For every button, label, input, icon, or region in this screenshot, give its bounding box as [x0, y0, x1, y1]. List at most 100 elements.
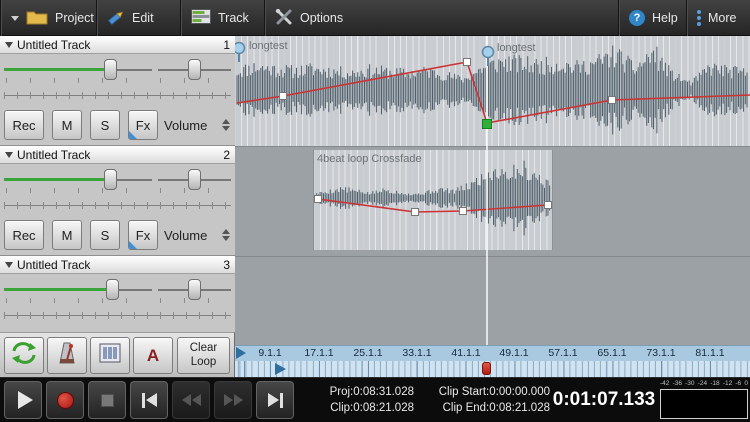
track-ruler[interactable] — [4, 196, 231, 214]
project-menu-button[interactable]: Project — [0, 0, 96, 36]
mute-button[interactable]: M — [52, 220, 82, 250]
solo-button[interactable]: S — [90, 220, 120, 250]
skip-start-icon — [142, 393, 157, 408]
pan-slider-handle[interactable] — [188, 279, 201, 300]
clip-time: Clip:0:08:21.028 — [298, 400, 414, 416]
grid-view-button[interactable] — [90, 337, 130, 374]
spinner-icon[interactable] — [222, 119, 232, 131]
letter-a-icon: A — [147, 346, 159, 366]
timeline-bar-numbers[interactable]: 9.1.1 17.1.1 25.1.1 33.1.1 41.1.1 49.1.1… — [235, 345, 750, 361]
pan-slider[interactable] — [158, 276, 231, 304]
meter-display — [660, 389, 748, 419]
meter-tick-label: -12 — [723, 380, 732, 388]
play-button[interactable] — [4, 381, 42, 419]
track-buttons-row: Rec M S Fx Volume — [0, 218, 235, 252]
meter-tick-label: -24 — [698, 380, 707, 388]
top-toolbar: Project Edit Track Options ? Help More — [0, 0, 750, 36]
rewind-button[interactable] — [172, 381, 210, 419]
record-button[interactable] — [46, 381, 84, 419]
stop-icon — [101, 394, 114, 407]
spinner-icon[interactable] — [222, 229, 232, 241]
help-icon: ? — [629, 10, 645, 26]
envelope-param-selector[interactable]: Volume — [164, 220, 232, 250]
bar-label: 41.1.1 — [444, 347, 488, 359]
pan-slider[interactable] — [158, 166, 231, 194]
meter-tick-label: -36 — [673, 380, 682, 388]
clip-label: longtest — [249, 40, 288, 52]
rec-button[interactable]: Rec — [4, 220, 44, 250]
loop-start-marker[interactable] — [275, 363, 286, 375]
track-number: 1 — [223, 38, 230, 52]
volume-slider-handle[interactable] — [104, 169, 117, 190]
fast-forward-button[interactable] — [214, 381, 252, 419]
bar-label: 17.1.1 — [297, 347, 341, 359]
bar-label: 33.1.1 — [395, 347, 439, 359]
record-icon — [57, 392, 74, 409]
volume-slider[interactable] — [4, 276, 152, 304]
envelope-param-selector[interactable]: Volume — [164, 110, 232, 140]
pencil-icon — [107, 9, 125, 28]
pan-slider-handle[interactable] — [188, 59, 201, 80]
volume-slider[interactable] — [4, 56, 152, 84]
track-ruler[interactable] — [4, 86, 231, 104]
param-label: Volume — [164, 118, 207, 133]
bar-label: 65.1.1 — [590, 347, 634, 359]
timeline[interactable]: 9.1.1 17.1.1 25.1.1 33.1.1 41.1.1 49.1.1… — [235, 345, 750, 377]
pan-slider[interactable] — [158, 56, 231, 84]
skip-to-start-button[interactable] — [130, 381, 168, 419]
collapse-track-icon[interactable] — [5, 152, 13, 158]
slider-fill — [4, 288, 110, 291]
arrangement-area[interactable]: longtest longtest 4beat loop Crossfade — [235, 36, 750, 345]
audio-clip[interactable] — [235, 36, 750, 146]
pan-slider-handle[interactable] — [188, 169, 201, 190]
track-strip-2: Untitled Track 2 Rec M — [0, 146, 235, 256]
timeline-ticks[interactable] — [235, 361, 750, 377]
sync-loop-button[interactable] — [4, 337, 44, 374]
track-header[interactable]: Untitled Track 3 — [0, 256, 235, 274]
stop-button[interactable] — [88, 381, 126, 419]
auto-punch-button[interactable]: A — [133, 337, 173, 374]
track-ruler[interactable] — [4, 306, 231, 324]
rec-button[interactable]: Rec — [4, 110, 44, 140]
metronome-button[interactable] — [47, 337, 87, 374]
track-name: Untitled Track — [17, 148, 90, 162]
collapse-track-icon[interactable] — [5, 42, 13, 48]
audio-clip[interactable] — [313, 150, 553, 250]
project-time-readout: Proj:0:08:31.028 Clip:0:08:21.028 — [298, 384, 414, 416]
volume-slider-handle[interactable] — [106, 279, 119, 300]
fx-label: Fx — [136, 228, 150, 243]
bar-label: 57.1.1 — [541, 347, 585, 359]
more-button[interactable]: More — [686, 0, 750, 36]
tools-icon — [275, 9, 293, 28]
volume-slider[interactable] — [4, 166, 152, 194]
level-meter: -42 -36 -30 -24 -18 -12 -6 0 — [660, 380, 748, 419]
edit-menu-button[interactable]: Edit — [96, 0, 180, 36]
playhead-handle[interactable] — [482, 362, 491, 375]
clear-loop-button[interactable]: Clear Loop — [177, 337, 230, 374]
metronome-icon — [57, 342, 77, 369]
slider-row — [0, 276, 235, 304]
collapse-track-icon[interactable] — [5, 262, 13, 268]
slider-ticks — [6, 78, 150, 83]
track-header[interactable]: Untitled Track 1 — [0, 36, 235, 54]
track-menu-button[interactable]: Track — [180, 0, 264, 36]
fx-button[interactable]: Fx — [128, 110, 158, 140]
solo-button[interactable]: S — [90, 110, 120, 140]
track-panel: Untitled Track 1 Rec M — [0, 36, 235, 332]
track-name: Untitled Track — [17, 258, 90, 272]
fx-button[interactable]: Fx — [128, 220, 158, 250]
volume-slider-handle[interactable] — [104, 59, 117, 80]
track-menu-label: Track — [218, 11, 249, 25]
multitrack-app: Project Edit Track Options ? Help More — [0, 0, 750, 422]
track-header[interactable]: Untitled Track 2 — [0, 146, 235, 164]
slider-ticks — [6, 188, 150, 193]
skip-end-icon — [268, 393, 283, 408]
skip-to-end-button[interactable] — [256, 381, 294, 419]
play-icon — [18, 391, 33, 409]
track-number: 3 — [223, 258, 230, 272]
options-menu-button[interactable]: Options — [264, 0, 352, 36]
help-button[interactable]: ? Help — [618, 0, 686, 36]
bar-label: 73.1.1 — [639, 347, 683, 359]
lane-divider — [235, 146, 750, 147]
mute-button[interactable]: M — [52, 110, 82, 140]
